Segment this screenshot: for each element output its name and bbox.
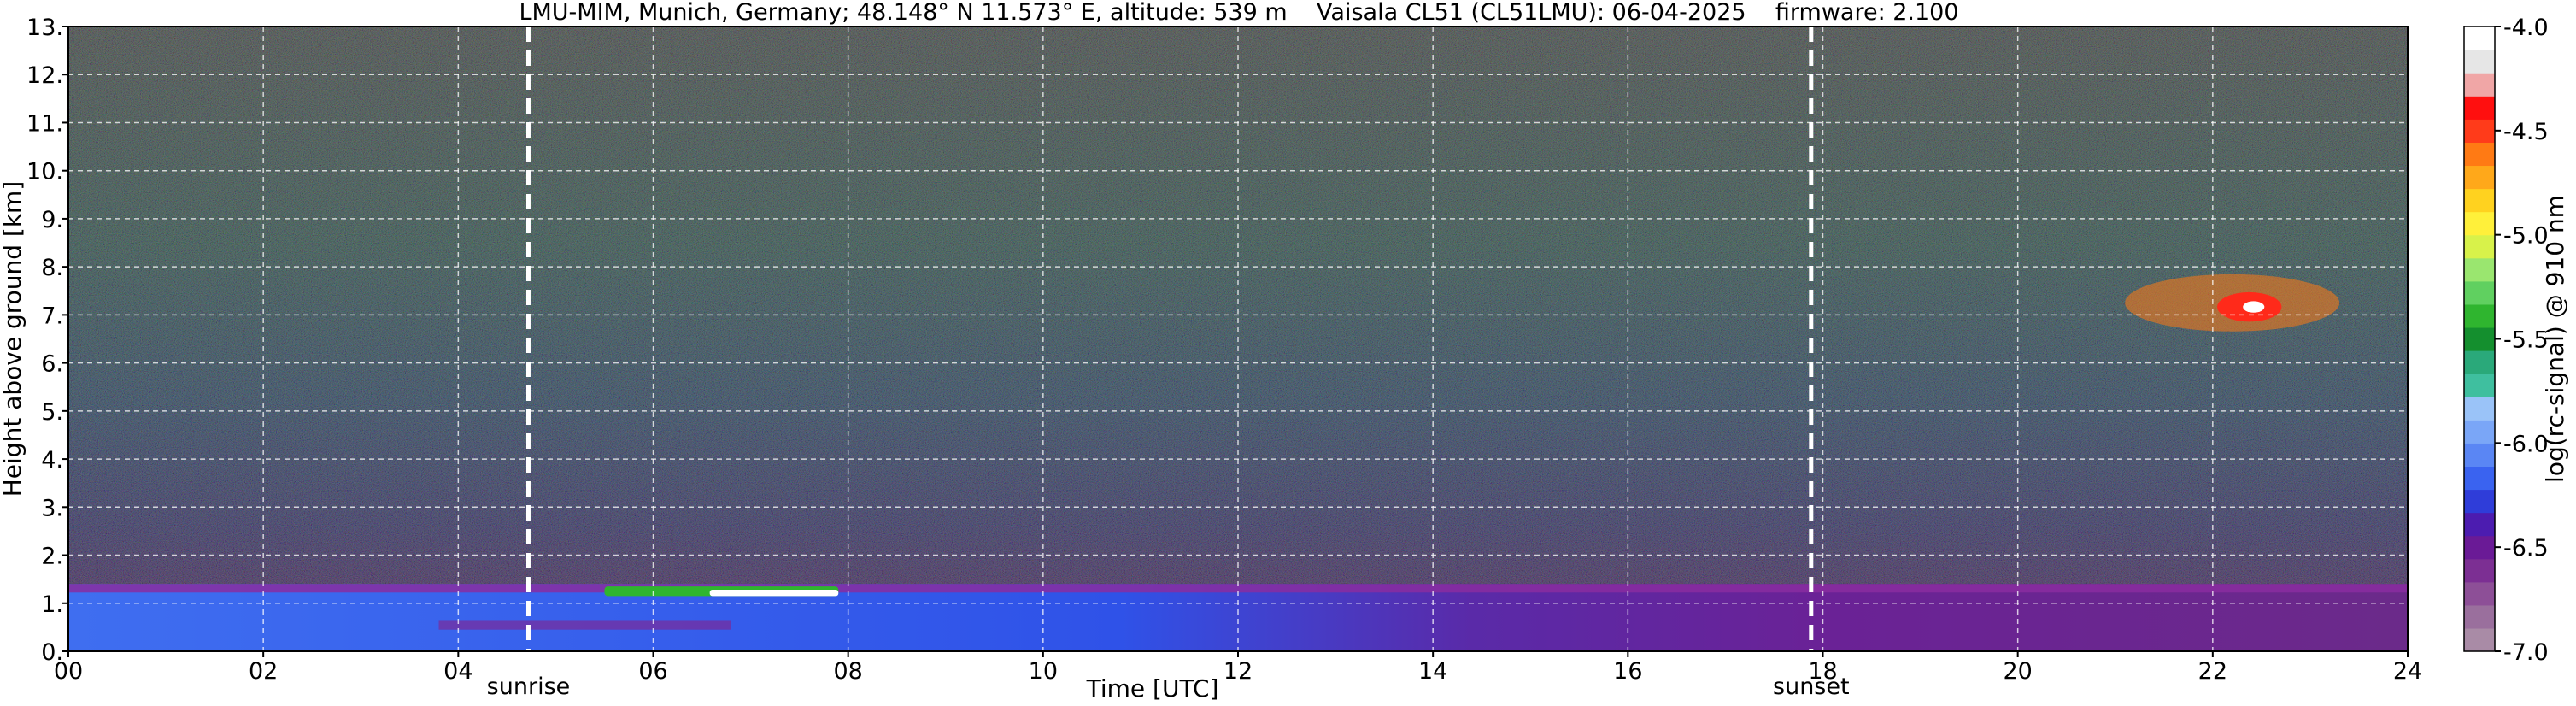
x-tick-label: 24 xyxy=(2393,658,2422,685)
colorbar-segment xyxy=(2464,73,2495,97)
y-tick-label: 7. xyxy=(41,303,63,329)
colorbar-segment xyxy=(2464,234,2495,259)
colorbar-segment xyxy=(2464,420,2495,444)
y-tick-label: 9. xyxy=(41,207,63,233)
x-tick-label: 10 xyxy=(1029,658,1058,685)
aerosol-band xyxy=(438,620,731,630)
colorbar-tick-label: -4.0 xyxy=(2503,15,2549,41)
colorbar-segment xyxy=(2464,280,2495,305)
x-tick-label: 16 xyxy=(1613,658,1642,685)
x-tick-label: 12 xyxy=(1223,658,1253,685)
ceilometer-chart: sunrise sunset00 02 04 06 08 10 12 14 16 18 20 22 240… xyxy=(0,15,2569,703)
x-axis-label: Time [UTC] xyxy=(1086,674,1219,703)
colorbar-segment xyxy=(2464,327,2495,351)
y-tick-label: 1. xyxy=(41,591,63,618)
colorbar-segment xyxy=(2464,211,2495,236)
x-tick-label: 22 xyxy=(2198,658,2227,685)
y-tick-label: 12. xyxy=(26,62,63,89)
colorbar-segment xyxy=(2464,142,2495,167)
colorbar-tick-label: -6.5 xyxy=(2503,535,2549,562)
cloud-layer-low-core xyxy=(709,590,839,597)
colorbar-segment xyxy=(2464,350,2495,374)
colorbar-segment xyxy=(2464,581,2495,606)
y-tick-label: 5. xyxy=(41,399,63,426)
colorbar-segment xyxy=(2464,627,2495,652)
colorbar-segment xyxy=(2464,535,2495,560)
colorbar-segment xyxy=(2464,165,2495,190)
colorbar-tick-label: -7.0 xyxy=(2503,639,2549,666)
y-tick-label: 2. xyxy=(41,544,63,570)
y-tick-label: 10. xyxy=(26,159,63,185)
colorbar-segment xyxy=(2464,489,2495,514)
colorbar-segment xyxy=(2464,512,2495,537)
y-tick-label: 0. xyxy=(41,639,63,666)
colorbar-segment xyxy=(2464,558,2495,583)
y-tick-label: 4. xyxy=(41,447,63,474)
colorbar-segment xyxy=(2464,50,2495,74)
colorbar-tick-label: -4.5 xyxy=(2503,119,2549,145)
colorbar-segment xyxy=(2464,119,2495,143)
x-tick-label: 20 xyxy=(2003,658,2032,685)
marker-label-sunrise: sunrise xyxy=(487,674,571,700)
x-tick-label: 04 xyxy=(443,658,472,685)
y-tick-label: 3. xyxy=(41,495,63,521)
y-tick-label: 13. xyxy=(26,15,63,41)
colorbar-segment xyxy=(2464,188,2495,213)
colorbar-segment xyxy=(2464,604,2495,629)
colorbar-segment xyxy=(2464,26,2495,50)
colorbar-segment xyxy=(2464,303,2495,328)
x-tick-label: 08 xyxy=(833,658,862,685)
y-tick-label: 11. xyxy=(26,110,63,137)
colorbar-segment xyxy=(2464,397,2495,421)
colorbar: -4.0-4.5-5.0-5.5-6.0-6.5-7.0log(rc-signa… xyxy=(2463,15,2569,666)
y-axis-label: Height above ground [km] xyxy=(0,181,26,497)
x-tick-label: 06 xyxy=(638,658,667,685)
colorbar-segment xyxy=(2464,374,2495,397)
cloud-layer-high-peak xyxy=(2243,301,2265,313)
x-tick-label: 14 xyxy=(1418,658,1447,685)
x-tick-label: 18 xyxy=(1808,658,1837,685)
colorbar-segment xyxy=(2464,96,2495,120)
colorbar-segment xyxy=(2464,257,2495,282)
colorbar-segment xyxy=(2464,443,2495,468)
y-tick-label: 6. xyxy=(41,351,63,378)
colorbar-segment xyxy=(2464,466,2495,491)
x-tick-label: 02 xyxy=(249,658,278,685)
colorbar-label: log(rc-signal) @ 910 nm xyxy=(2541,195,2569,483)
y-tick-label: 8. xyxy=(41,255,63,281)
